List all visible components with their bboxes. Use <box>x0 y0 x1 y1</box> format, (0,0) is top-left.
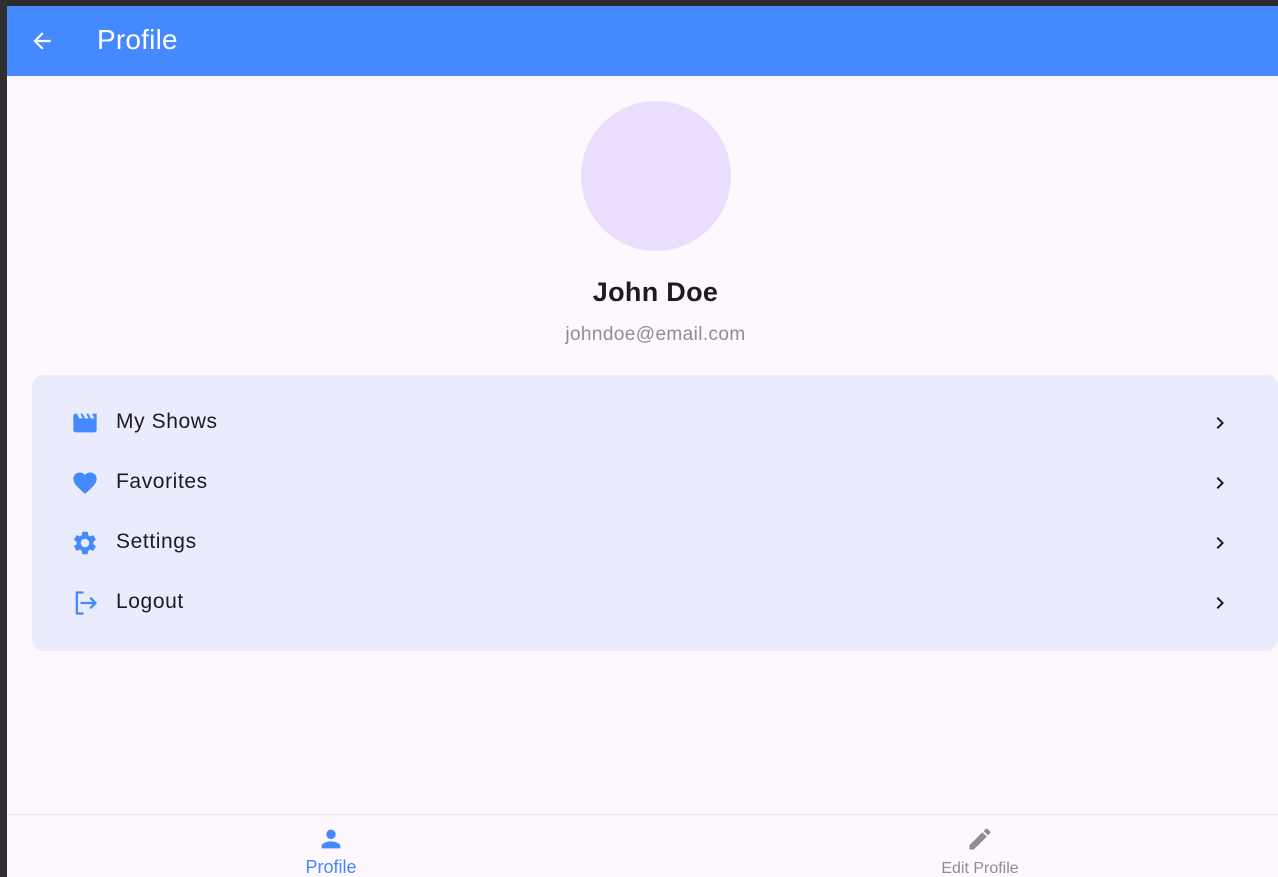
menu-item-favorites[interactable]: Favorites <box>32 453 1278 513</box>
nav-item-edit-profile[interactable]: Edit Profile <box>880 815 1080 877</box>
page-title: Profile <box>97 24 178 55</box>
chevron-right-icon <box>1216 597 1224 609</box>
nav-item-profile[interactable]: Profile <box>231 815 431 877</box>
menu-item-logout[interactable]: Logout <box>32 573 1278 633</box>
person-icon <box>321 829 341 849</box>
chevron-right-icon <box>1216 417 1224 429</box>
bottom-nav: Profile Edit Profile <box>7 815 1278 877</box>
gear-icon <box>71 529 99 557</box>
back-button[interactable] <box>27 26 57 56</box>
app-bar: Profile <box>7 6 1278 76</box>
menu-item-label: My Shows <box>116 410 218 433</box>
heart-icon <box>71 469 99 497</box>
nav-label: Profile <box>305 857 357 877</box>
pencil-icon <box>969 828 991 850</box>
menu-item-my-shows[interactable]: My Shows <box>32 393 1278 453</box>
logout-icon <box>71 589 99 617</box>
movie-clapper-icon <box>71 409 99 437</box>
arrow-back-icon <box>33 32 51 50</box>
user-name: John Doe <box>592 277 719 307</box>
menu-item-settings[interactable]: Settings <box>32 513 1278 573</box>
avatar <box>581 101 731 251</box>
app-screen: Profile John Doe johndoe@email.com My Sh… <box>7 6 1278 877</box>
window-edge <box>0 0 7 877</box>
menu-card: My Shows Favorites Settings Logout <box>32 375 1278 651</box>
chevron-right-icon <box>1216 477 1224 489</box>
menu-item-label: Logout <box>116 590 184 613</box>
menu-item-label: Settings <box>116 530 197 553</box>
menu-item-label: Favorites <box>116 470 208 493</box>
user-email: johndoe@email.com <box>565 324 746 345</box>
chevron-right-icon <box>1216 537 1224 549</box>
nav-label: Edit Profile <box>941 860 1019 877</box>
